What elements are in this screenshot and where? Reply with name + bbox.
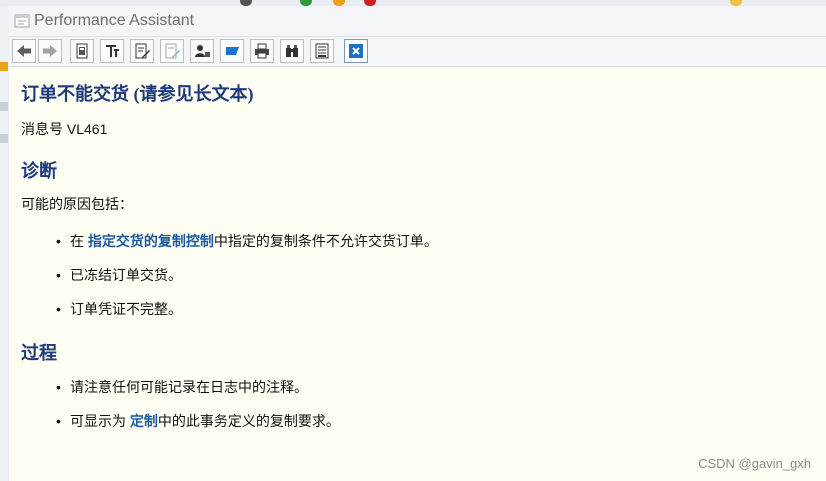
- list-item-text: 请注意任何可能记录在日志中的注释。: [70, 379, 308, 395]
- edit-document-button[interactable]: [130, 39, 154, 63]
- user-settings-icon: [195, 45, 210, 57]
- back-button[interactable]: [12, 39, 36, 63]
- save-document-button[interactable]: [310, 39, 334, 63]
- binoculars-icon: [286, 45, 298, 57]
- flag-icon: [226, 47, 239, 55]
- message-heading: 订单不能交货 (请参见长文本): [21, 84, 254, 104]
- procedure-heading: 过程: [21, 343, 57, 363]
- help-content: 订单不能交货 (请参见长文本) 消息号 VL461 诊断 可能的原因包括： • 在…: [9, 67, 826, 481]
- list-item-suffix: 中的此事务定义的复制要求。: [157, 413, 340, 429]
- print-button[interactable]: [250, 39, 274, 63]
- forward-button[interactable]: [38, 39, 62, 63]
- list-item: • 可显示为 定制中的此事务定义的复制要求。: [56, 411, 340, 431]
- save-document-icon: [315, 43, 329, 59]
- customizing-link[interactable]: 定制: [130, 413, 158, 429]
- flag-button[interactable]: [220, 39, 244, 63]
- list-item-suffix: 中指定的复制条件不允许交货订单。: [213, 233, 438, 249]
- background-edge-mark: [0, 102, 8, 111]
- find-button[interactable]: [280, 39, 304, 63]
- background-edge-mark: [0, 62, 8, 71]
- window-icon: [14, 14, 30, 28]
- close-button[interactable]: [344, 39, 368, 63]
- copy-control-link[interactable]: 指定交货的复制控制: [88, 233, 214, 249]
- print-icon: [255, 43, 269, 59]
- background-edge-mark: [0, 134, 8, 143]
- list-item: • 已冻结订单交货。: [56, 265, 182, 285]
- highlight-button[interactable]: [160, 39, 184, 63]
- document-icon: [76, 43, 88, 59]
- list-item: • 请注意任何可能记录在日志中的注释。: [56, 377, 308, 397]
- window-title: Performance Assistant: [34, 12, 195, 29]
- list-item: • 订单凭证不完整。: [56, 299, 182, 319]
- user-settings-button[interactable]: [190, 39, 214, 63]
- message-number: 消息号 VL461: [21, 121, 108, 137]
- bullet: •: [56, 301, 61, 317]
- highlight-icon: [165, 43, 180, 59]
- technical-info-button[interactable]: [100, 39, 124, 63]
- document-button[interactable]: [70, 39, 94, 63]
- diagnosis-intro: 可能的原因包括：: [21, 196, 133, 212]
- technical-info-icon: [106, 45, 119, 57]
- diagnosis-heading: 诊断: [21, 161, 57, 181]
- edit-document-icon: [135, 43, 150, 59]
- back-arrow-icon: [17, 45, 31, 57]
- list-item-prefix: 在: [70, 233, 88, 249]
- forward-arrow-icon: [43, 45, 57, 57]
- list-item-prefix: 可显示为: [70, 413, 130, 429]
- title-bar[interactable]: Performance Assistant: [9, 6, 826, 37]
- toolbar: [9, 37, 826, 67]
- list-item: • 在 指定交货的复制控制中指定的复制条件不允许交货订单。: [56, 231, 438, 251]
- bullet: •: [56, 267, 61, 283]
- watermark: CSDN @gavin_gxh: [698, 456, 811, 471]
- list-item-text: 已冻结订单交货。: [70, 267, 182, 283]
- close-icon: [349, 44, 363, 58]
- performance-assistant-window: Performance Assistant 订单不能交货 (请参见长文本) 消息…: [9, 6, 826, 481]
- bullet: •: [56, 379, 61, 395]
- list-item-text: 订单凭证不完整。: [70, 301, 182, 317]
- bullet: •: [56, 413, 61, 429]
- bullet: •: [56, 233, 61, 249]
